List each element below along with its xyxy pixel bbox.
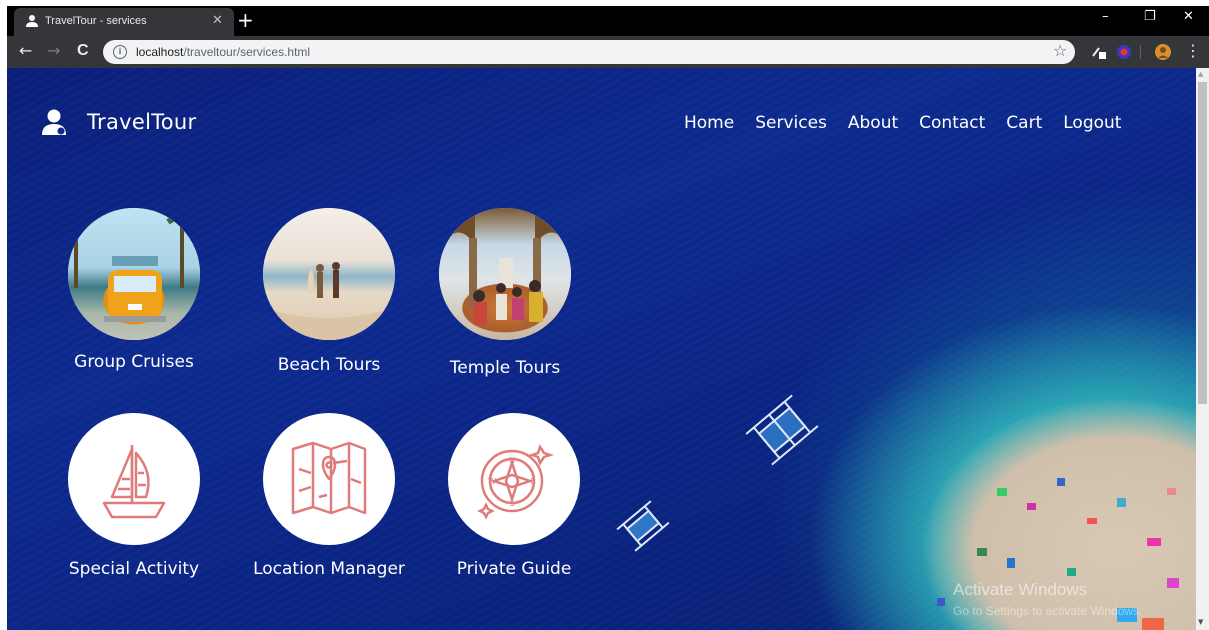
minimize-button[interactable]: – [1102,9,1109,24]
tab-strip: TravelTour - services ✕ + – ❐ ✕ [7,6,1209,36]
service-card-temple-tours[interactable]: Temple Tours [425,208,585,378]
service-label: Group Cruises [74,352,194,372]
service-card-beach-tours[interactable]: Beach Tours [249,208,409,375]
svg-text:E: E [530,477,535,486]
service-label: Private Guide [456,559,572,579]
service-card-location-manager[interactable]: Location Manager [249,413,409,579]
nav-logout[interactable]: Logout [1063,113,1121,133]
service-image [68,208,200,340]
address-bar[interactable]: i localhost/traveltour/services.html ☆ [103,40,1075,64]
page-viewport: TravelTour Home Services About Contact C… [7,68,1196,630]
menu-icon[interactable]: ⋮ [1185,41,1201,60]
beach-illustration [263,262,395,340]
service-image [68,413,200,545]
extension-icon[interactable] [1091,44,1107,60]
reload-button[interactable]: C [77,42,89,60]
extension-icon-2[interactable] [1116,44,1132,60]
user-icon [42,109,66,135]
scroll-up-icon[interactable]: ▲ [1198,70,1203,78]
close-window-button[interactable]: ✕ [1183,9,1194,24]
boat-image-2 [616,500,670,552]
service-label: Temple Tours [449,358,561,378]
forward-button[interactable]: → [47,42,60,60]
service-card-private-guide[interactable]: N S W E Private Guide [434,413,594,579]
profile-avatar[interactable] [1155,44,1171,60]
boat-image [745,394,819,466]
service-label: Special Activity [68,559,200,579]
site-info-icon[interactable]: i [113,45,127,59]
temple-illustration [439,208,571,324]
scroll-thumb[interactable] [1198,82,1207,404]
service-image [263,208,395,340]
activate-windows-title: Activate Windows [953,580,1088,599]
new-tab-button[interactable]: + [237,8,254,32]
service-image [439,208,571,340]
service-image: N S W E [448,413,580,545]
main-nav: Home Services About Contact Cart Logout [684,113,1121,133]
sailboat-icon [102,445,166,519]
scroll-down-icon[interactable]: ▼ [1198,618,1203,626]
tab-title: TravelTour - services [45,15,147,27]
browser-toolbar: ← → C i localhost/traveltour/services.ht… [7,36,1209,68]
close-tab-icon[interactable]: ✕ [212,13,223,28]
nav-services[interactable]: Services [755,113,827,133]
svg-text:S: S [509,499,514,508]
nav-contact[interactable]: Contact [919,113,985,133]
service-label: Location Manager [253,559,405,579]
van-illustration [68,213,200,322]
svg-text:W: W [488,477,496,486]
page-scrollbar[interactable]: ▲ ▼ [1196,68,1209,630]
svg-text:N: N [509,456,515,465]
service-card-special-activity[interactable]: Special Activity [54,413,214,579]
service-image [263,413,395,545]
service-card-group-cruises[interactable]: Group Cruises [54,208,214,372]
toolbar-divider [1140,45,1141,59]
bookmark-star-icon[interactable]: ☆ [1053,41,1067,60]
compass-icon: N S W E [477,444,554,520]
url-path: /traveltour/services.html [183,45,311,59]
brand-name: TravelTour [87,110,197,134]
browser-tab[interactable]: TravelTour - services ✕ [14,8,234,36]
nav-cart[interactable]: Cart [1006,113,1042,133]
map-icon [291,441,367,515]
restore-button[interactable]: ❐ [1144,9,1156,24]
brand[interactable]: TravelTour [41,108,196,136]
service-label: Beach Tours [277,355,381,375]
back-button[interactable]: ← [19,42,32,60]
activate-windows-subtitle: Go to Settings to activate Windows. [953,604,1143,618]
url-text: localhost/traveltour/services.html [136,45,310,59]
user-icon [26,15,38,27]
url-host: localhost [136,45,184,59]
nav-about[interactable]: About [848,113,898,133]
nav-home[interactable]: Home [684,113,734,133]
